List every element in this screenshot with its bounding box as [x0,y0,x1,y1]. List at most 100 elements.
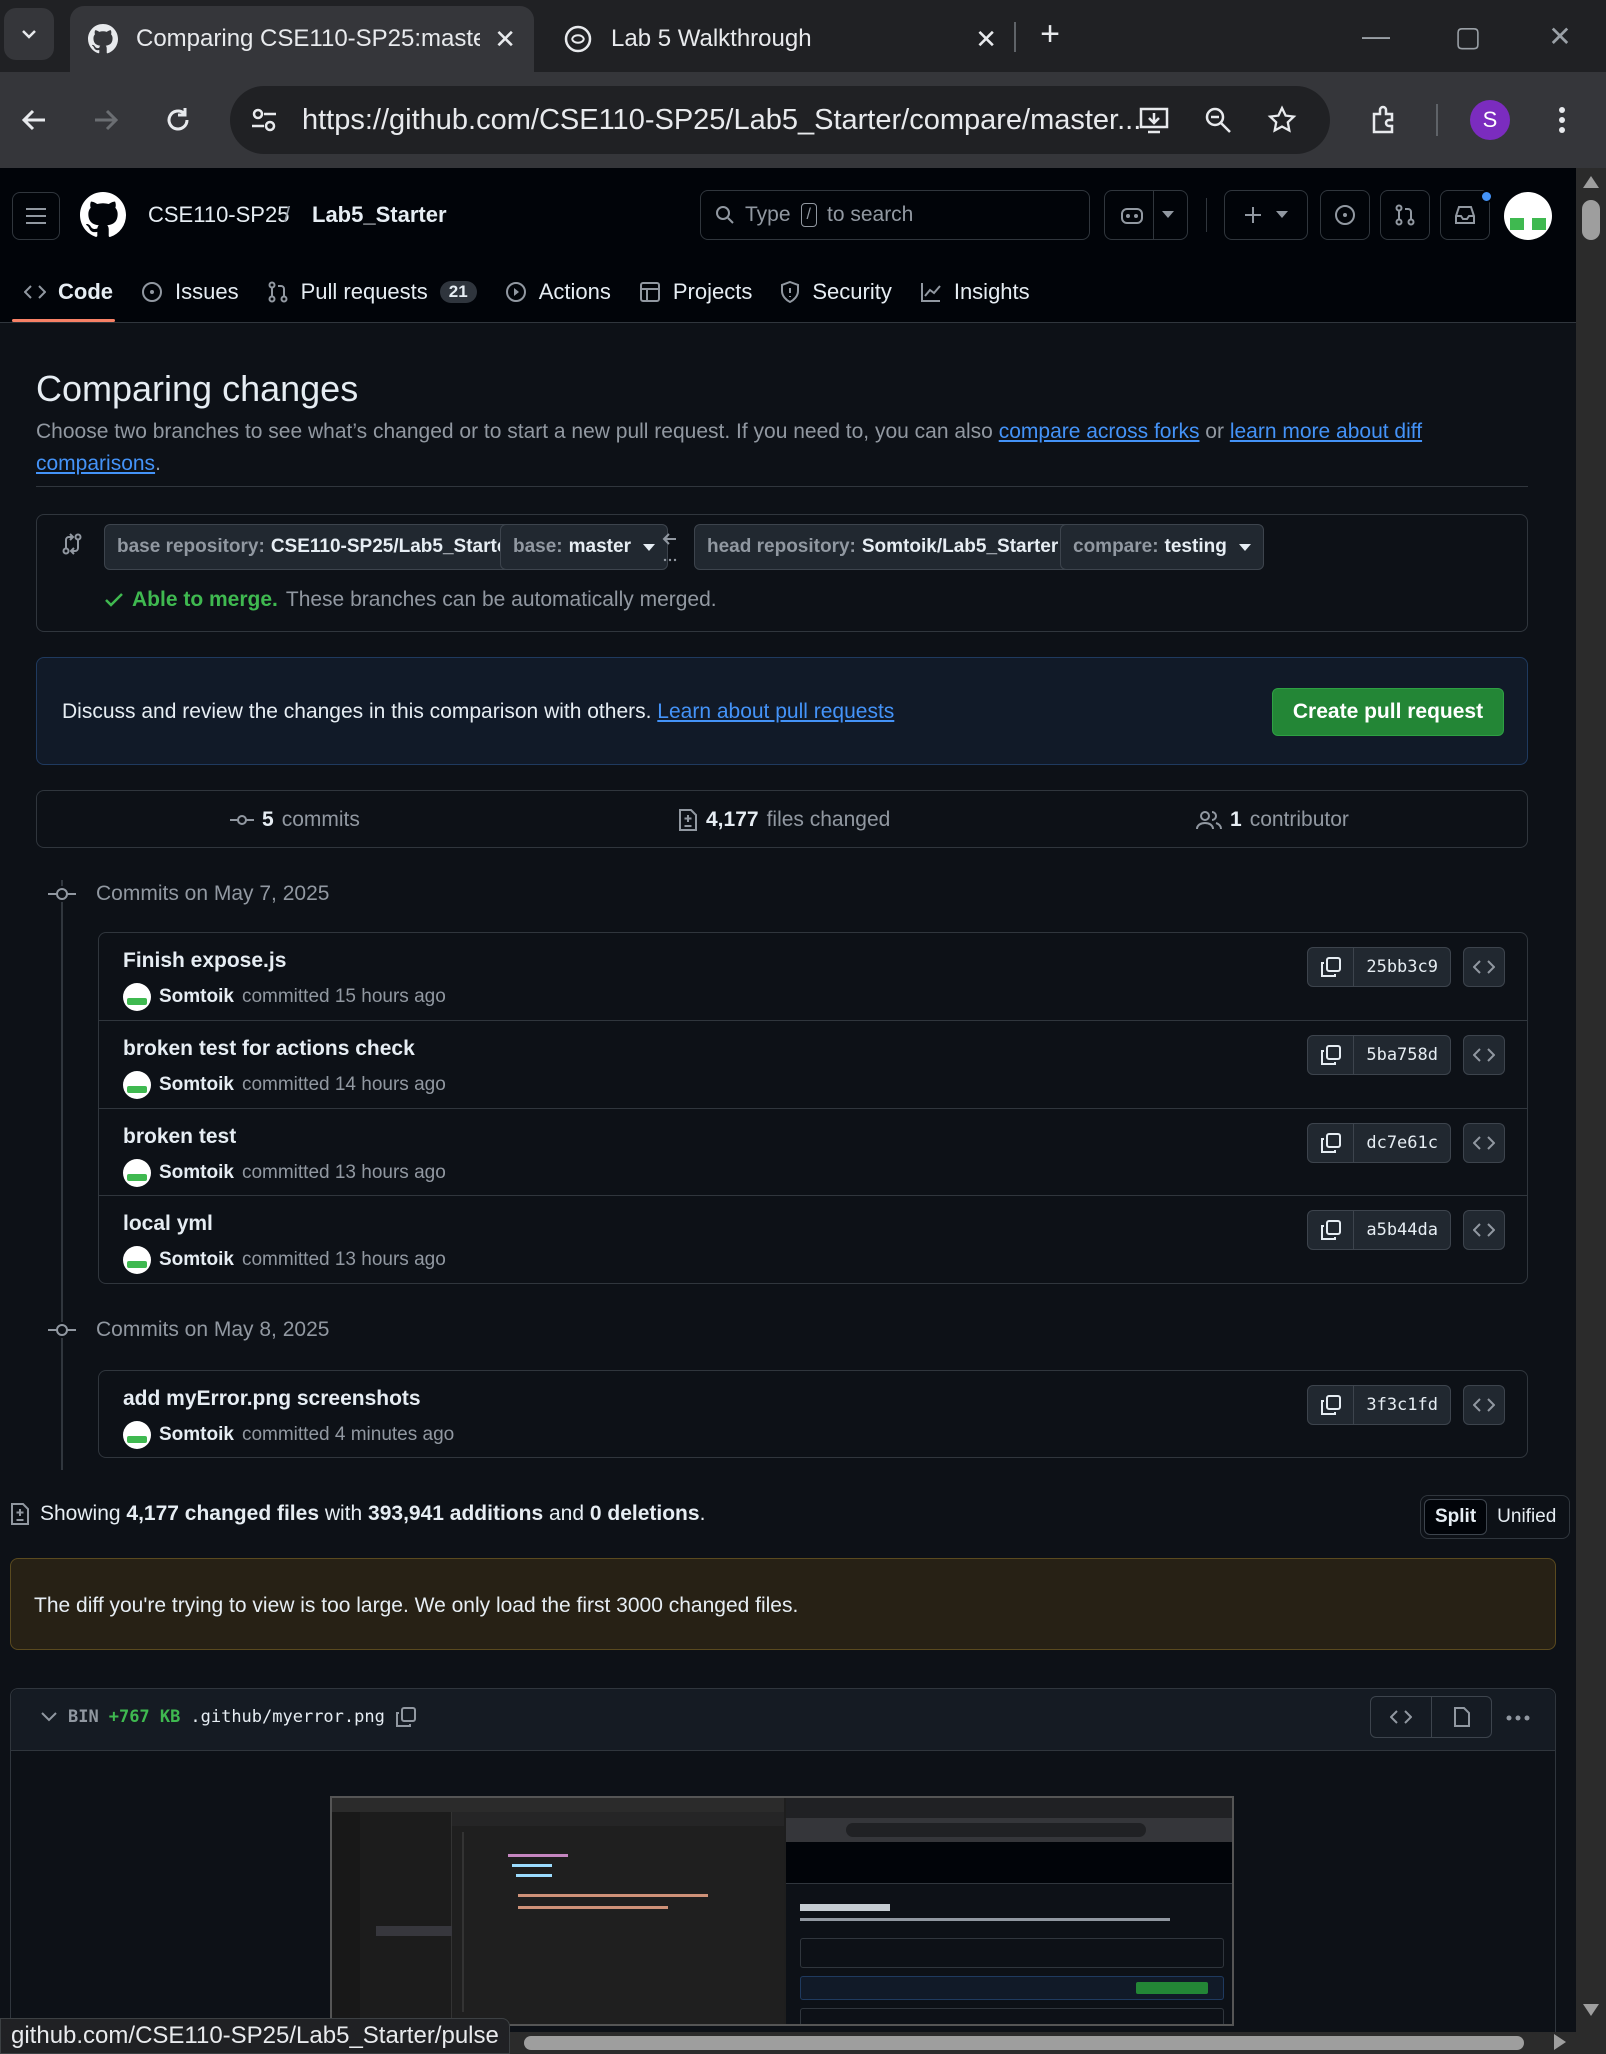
github-logo-icon[interactable] [80,192,126,238]
reload-icon[interactable] [158,100,198,140]
contributors-label: contributor [1249,808,1349,831]
search-input[interactable]: Type / to search [700,190,1090,240]
bookmark-star-icon[interactable] [1262,100,1302,140]
issues-icon[interactable] [1320,190,1370,240]
commit-message-link[interactable]: local yml [123,1212,213,1236]
browse-code-icon[interactable] [1463,1210,1505,1250]
files-changed-stat[interactable]: 4,177 files changed [678,808,890,832]
copy-icon[interactable] [1308,1211,1355,1249]
commit-sha-group: a5b44da [1307,1210,1451,1250]
zoom-icon[interactable] [1198,100,1238,140]
commit-message-link[interactable]: broken test [123,1125,236,1149]
back-icon[interactable] [14,100,54,140]
forward-icon[interactable] [86,100,126,140]
tab-label: Insights [953,279,1030,304]
base-repository-select[interactable]: base repository: CSE110-SP25/Lab5_Starte… [104,524,552,570]
horizontal-scroll-thumb[interactable] [524,2036,1524,2050]
user-avatar[interactable] [1504,192,1552,240]
new-tab-icon[interactable]: + [1030,14,1070,54]
create-new-button[interactable] [1224,190,1308,240]
copy-icon[interactable] [1308,1124,1355,1162]
window-close-icon[interactable]: ✕ [1540,16,1580,56]
compare-forks-link[interactable]: compare across forks [999,420,1200,443]
copy-icon[interactable] [1308,1036,1355,1074]
commit-message-link[interactable]: add myError.png screenshots [123,1387,421,1411]
site-info-icon[interactable] [244,100,284,140]
tab-insights[interactable]: Insights [906,264,1044,320]
commit-sha-link[interactable]: a5b44da [1354,1211,1450,1249]
scroll-up-arrow[interactable] [1583,176,1599,188]
avatar[interactable] [123,1246,151,1274]
browse-code-icon[interactable] [1463,1385,1505,1425]
install-app-icon[interactable] [1134,100,1174,140]
vertical-scroll-thumb[interactable] [1582,200,1600,240]
file-view-buttons [1370,1696,1492,1738]
tab-search-button[interactable] [4,8,54,60]
extensions-icon[interactable] [1364,100,1404,140]
tab-pull-requests[interactable]: Pull requests 21 [253,264,491,320]
copilot-button[interactable] [1104,190,1188,240]
avatar[interactable] [123,983,151,1011]
minimize-icon[interactable]: — [1356,16,1396,56]
commit-sha-link[interactable]: 25bb3c9 [1354,948,1450,986]
close-icon[interactable]: ✕ [494,24,516,55]
copy-icon[interactable] [1308,1386,1355,1424]
avatar[interactable] [123,1421,151,1449]
close-icon[interactable]: ✕ [975,24,997,55]
commit-sha-link[interactable]: 3f3c1fd [1354,1386,1450,1424]
contributors-stat[interactable]: 1 contributor [1196,808,1349,832]
pull-requests-icon[interactable] [1380,190,1430,240]
scroll-right-arrow[interactable] [1554,2034,1566,2050]
commit-message-link[interactable]: Finish expose.js [123,949,286,973]
unified-view-button[interactable]: Unified [1487,1499,1566,1535]
commit-message-link[interactable]: broken test for actions check [123,1037,415,1061]
kebab-horizontal-icon[interactable] [1500,1700,1536,1736]
preview-editor-pane [332,1798,784,2024]
learn-pull-requests-link[interactable]: Learn about pull requests [657,700,894,723]
base-branch-select[interactable]: base: master [500,524,668,570]
commit-author-link[interactable]: Somtoik [159,1249,234,1271]
commit-author-link[interactable]: Somtoik [159,1162,234,1184]
browse-code-icon[interactable] [1463,947,1505,987]
scroll-down-arrow[interactable] [1583,2004,1599,2016]
commits-stat[interactable]: 5 commits [230,808,360,832]
code-icon [24,284,46,300]
tab-projects[interactable]: Projects [625,264,766,320]
url-text[interactable]: https://github.com/CSE110-SP25/Lab5_Star… [302,104,1141,137]
repo-owner-link[interactable]: CSE110-SP25 [148,202,289,228]
tab-actions[interactable]: Actions [491,264,625,320]
copy-icon[interactable] [395,1706,417,1728]
browse-code-icon[interactable] [1463,1035,1505,1075]
compare-branch-select[interactable]: compare: testing [1060,524,1264,570]
commit-author-link[interactable]: Somtoik [159,986,234,1008]
commit-sha-link[interactable]: dc7e61c [1354,1124,1450,1162]
avatar[interactable] [123,1071,151,1099]
head-repository-select[interactable]: head repository: Somtoik/Lab5_Starter [694,524,1096,570]
commit-author-link[interactable]: Somtoik [159,1424,234,1446]
profile-avatar[interactable]: S [1470,100,1510,140]
menu-kebab-icon[interactable] [1542,100,1582,140]
chevron-down-icon[interactable] [40,1711,58,1723]
file-view-icon[interactable] [1431,1697,1491,1737]
maximize-icon[interactable]: ▢ [1448,16,1488,56]
vertical-scrollbar[interactable] [1576,168,1606,2054]
split-view-button[interactable]: Split [1424,1499,1488,1535]
browse-code-icon[interactable] [1463,1123,1505,1163]
hamburger-menu-icon[interactable] [12,192,60,240]
commit-author-link[interactable]: Somtoik [159,1074,234,1096]
copy-icon[interactable] [1308,948,1355,986]
tab-security[interactable]: Security [766,264,905,320]
file-size-change: +767 KB [108,1707,181,1727]
arrow-left-icon [660,530,680,566]
file-path-link[interactable]: .github/myerror.png [190,1707,384,1727]
browser-tab-github[interactable]: Comparing CSE110-SP25:master ✕ [70,6,534,72]
commit-sha-link[interactable]: 5ba758d [1354,1036,1450,1074]
avatar[interactable] [123,1159,151,1187]
browser-tab-walkthrough[interactable]: Lab 5 Walkthrough ✕ [545,6,1015,72]
tab-issues[interactable]: Issues [127,264,253,320]
code-view-icon[interactable] [1371,1697,1431,1737]
repo-name-link[interactable]: Lab5_Starter [312,202,447,228]
create-pull-request-button[interactable]: Create pull request [1272,688,1504,736]
changed-files-count[interactable]: 4,177 changed files [126,1502,319,1525]
tab-code[interactable]: Code [0,264,127,322]
